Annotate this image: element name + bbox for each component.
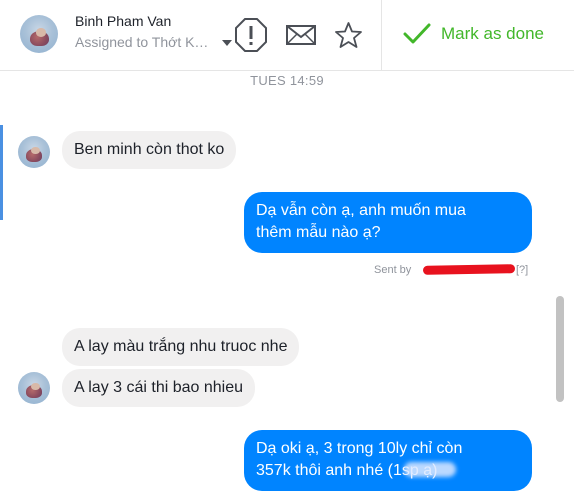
incoming-message: A lay màu trắng nhu truoc nhe bbox=[62, 328, 300, 366]
selection-indicator bbox=[0, 125, 3, 220]
message-timestamp: TUES 14:59 bbox=[250, 73, 324, 88]
conversation-header: Binh Pham Van Assigned to Thớt K… Mark a… bbox=[0, 0, 574, 71]
star-icon[interactable] bbox=[335, 22, 362, 48]
mark-as-done-button[interactable]: Mark as done bbox=[441, 24, 544, 44]
contact-avatar[interactable] bbox=[18, 372, 50, 404]
chevron-down-icon[interactable] bbox=[222, 40, 232, 46]
message-line: thêm mẫu nào ạ? bbox=[256, 224, 381, 241]
contact-avatar[interactable] bbox=[18, 136, 50, 168]
redacted-sender bbox=[422, 264, 516, 275]
help-link[interactable]: [?] bbox=[516, 264, 528, 276]
incoming-message: Ben minh còn thot ko bbox=[62, 131, 237, 169]
alert-icon[interactable] bbox=[235, 18, 267, 52]
assignee-dropdown[interactable]: Assigned to Thớt K… bbox=[75, 34, 208, 50]
header-divider bbox=[381, 0, 382, 70]
outgoing-message: Dạ oki ạ, 3 trong 10ly chỉ còn 357k thôi… bbox=[244, 430, 532, 491]
mail-icon[interactable] bbox=[286, 25, 316, 45]
outgoing-message: Dạ vẫn còn ạ, anh muốn mua thêm mẫu nào … bbox=[244, 192, 532, 253]
checkmark-icon[interactable] bbox=[403, 22, 431, 46]
incoming-message: A lay 3 cái thi bao nhieu bbox=[62, 369, 256, 407]
redacted-text bbox=[404, 462, 456, 477]
scrollbar-thumb[interactable] bbox=[556, 296, 564, 402]
message-line: Dạ vẫn còn ạ, anh muốn mua bbox=[256, 202, 466, 219]
message-line: 357k thôi anh nhé (1sp ạ) bbox=[256, 462, 438, 479]
message-line: Dạ oki ạ, 3 trong 10ly chỉ còn bbox=[256, 440, 463, 457]
contact-avatar[interactable] bbox=[20, 15, 58, 53]
contact-name[interactable]: Binh Pham Van bbox=[75, 13, 171, 29]
sent-by-label: Sent by bbox=[374, 264, 412, 276]
